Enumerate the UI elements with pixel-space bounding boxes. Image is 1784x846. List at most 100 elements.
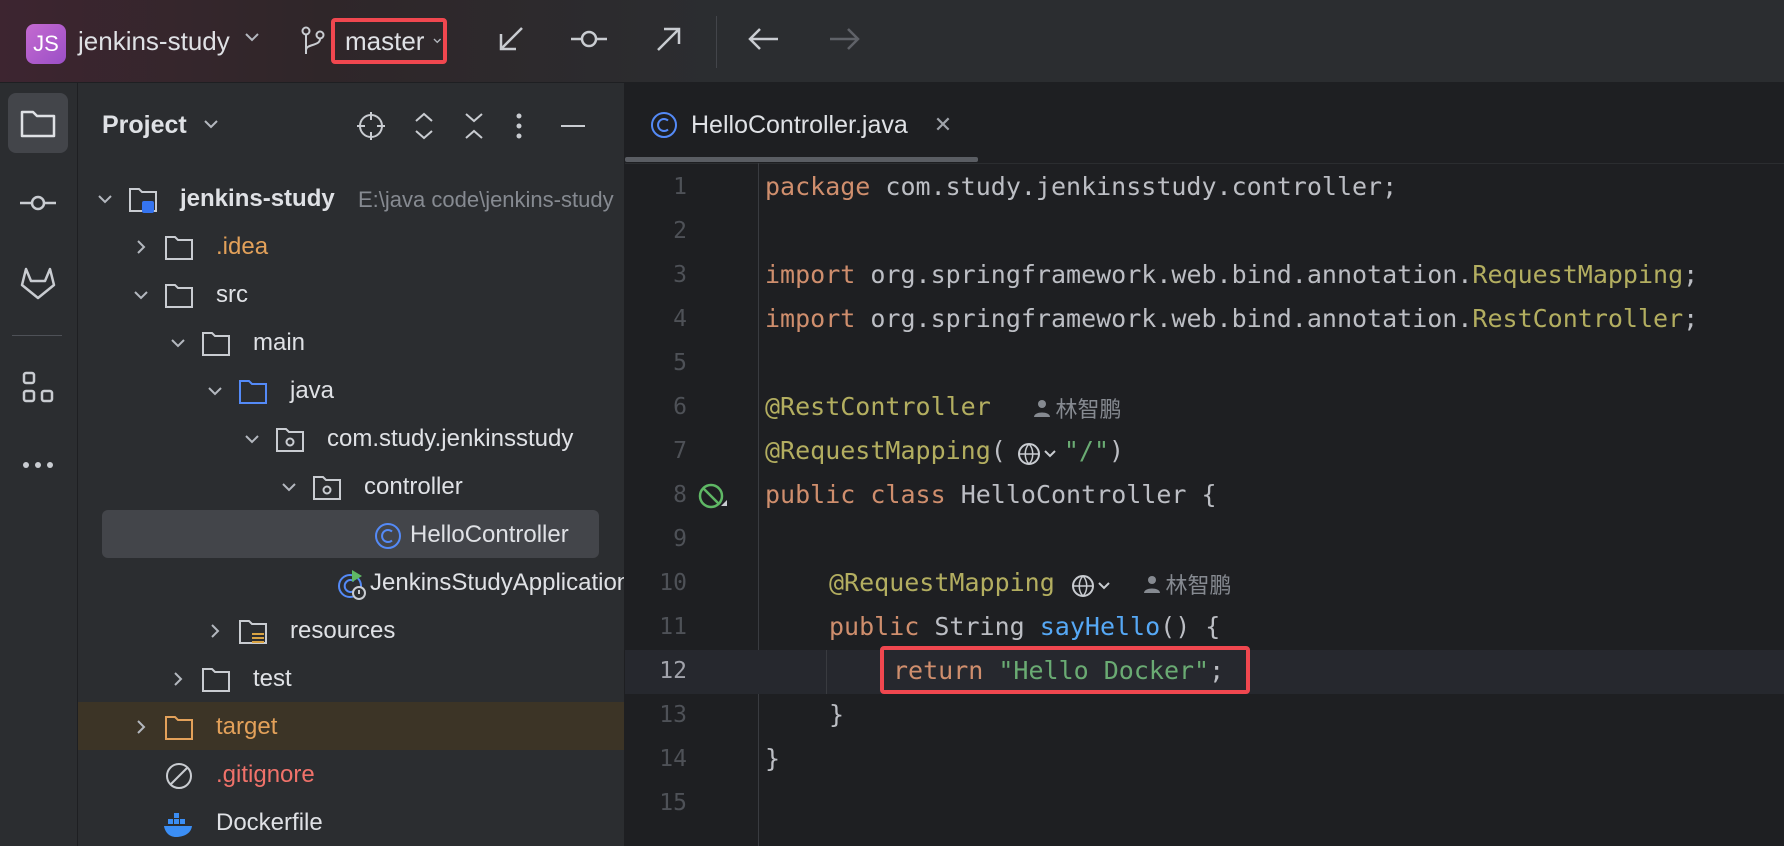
- code-line-9[interactable]: 9: [625, 518, 1784, 562]
- chevron-down-icon[interactable]: [169, 334, 187, 352]
- collapse-all-icon[interactable]: [462, 111, 486, 146]
- author-hint[interactable]: 林智鹏: [1143, 568, 1231, 600]
- editor-tab-hellocontroller[interactable]: HelloController.java ✕: [649, 105, 952, 145]
- code-text: public class HelloController {: [765, 480, 1217, 509]
- tree-item-package[interactable]: com.study.jenkinsstudy: [78, 416, 624, 462]
- project-name[interactable]: jenkins-study: [78, 26, 230, 57]
- back-arrow-icon[interactable]: [746, 22, 782, 61]
- code-line-4[interactable]: 4 import org.springframework.web.bind.an…: [625, 298, 1784, 342]
- author-name: 林智鹏: [1165, 574, 1232, 599]
- url-mapping-icon[interactable]: [1071, 574, 1119, 603]
- tree-item-label: java: [290, 377, 335, 404]
- project-tool-button[interactable]: [8, 93, 68, 153]
- tree-item-target[interactable]: target: [78, 704, 624, 750]
- git-branch-icon[interactable]: [300, 26, 326, 61]
- code-line-11[interactable]: 11 public String sayHello() {: [625, 606, 1784, 650]
- spring-bean-gutter-icon[interactable]: [697, 482, 729, 517]
- code-line-14[interactable]: 14 }: [625, 738, 1784, 782]
- line-number: 13: [659, 702, 687, 728]
- forward-arrow-icon[interactable]: [826, 22, 862, 61]
- hide-panel-icon[interactable]: [559, 111, 587, 146]
- docker-icon: [164, 813, 192, 837]
- tree-item-test[interactable]: test: [78, 656, 624, 702]
- branch-selector[interactable]: master: [331, 18, 447, 64]
- locate-file-icon[interactable]: [356, 111, 386, 146]
- code-line-7[interactable]: 7 @RequestMapping("/"): [625, 430, 1784, 474]
- code-line-15[interactable]: 15: [625, 782, 1784, 826]
- structure-icon: [22, 371, 54, 403]
- title-bar: JS jenkins-study master: [0, 0, 1784, 83]
- code-line-3[interactable]: 3 import org.springframework.web.bind.an…: [625, 254, 1784, 298]
- code-line-5[interactable]: 5: [625, 342, 1784, 386]
- chevron-right-icon[interactable]: [132, 238, 150, 256]
- code-line-2[interactable]: 2: [625, 210, 1784, 254]
- folder-icon: [165, 236, 193, 260]
- tree-item-hellocontroller[interactable]: HelloController: [78, 512, 624, 558]
- options-icon[interactable]: [514, 111, 524, 146]
- author-hint[interactable]: 林智鹏: [1033, 392, 1121, 424]
- line-number: 7: [673, 438, 687, 464]
- line-number: 3: [673, 262, 687, 288]
- author-name: 林智鹏: [1055, 398, 1122, 423]
- push-icon[interactable]: [652, 22, 686, 61]
- line-number: 4: [673, 306, 687, 332]
- line-number: 12: [659, 658, 687, 684]
- code-line-1[interactable]: 1 package com.study.jenkinsstudy.control…: [625, 166, 1784, 210]
- code-line-13[interactable]: 13 }: [625, 694, 1784, 738]
- code-line-10[interactable]: 10 @RequestMapping 林智鹏: [625, 562, 1784, 606]
- highlight-annotation-box: [880, 646, 1250, 694]
- chevron-right-icon[interactable]: [132, 718, 150, 736]
- chevron-down-icon[interactable]: [280, 478, 298, 496]
- tree-item-label: resources: [290, 617, 396, 644]
- chevron-right-icon[interactable]: [169, 670, 187, 688]
- tree-item-src[interactable]: src: [78, 272, 624, 318]
- commit-icon[interactable]: [569, 22, 609, 61]
- chevron-down-icon[interactable]: [243, 430, 261, 448]
- tree-item-controller[interactable]: controller: [78, 464, 624, 510]
- tree-item-label: src: [216, 281, 248, 308]
- commit-icon: [20, 195, 56, 211]
- class-icon: [375, 523, 401, 549]
- project-panel-title-text: Project: [102, 111, 187, 139]
- tree-item-gitignore[interactable]: .gitignore: [78, 752, 624, 798]
- code-line-6[interactable]: 6 @RestController 林智鹏: [625, 386, 1784, 430]
- code-text: import org.springframework.web.bind.anno…: [765, 304, 1699, 333]
- chevron-down-icon[interactable]: [132, 286, 150, 304]
- gitlab-tool-button[interactable]: [8, 253, 68, 313]
- tree-item-label: .idea: [216, 233, 269, 260]
- chevron-down-icon[interactable]: [206, 382, 224, 400]
- tree-item-dockerfile[interactable]: Dockerfile: [78, 800, 624, 846]
- source-folder-icon: [239, 380, 267, 404]
- project-panel-title[interactable]: Project: [102, 111, 220, 140]
- code-text: }: [829, 700, 845, 729]
- tree-item-jenkinsstudyapplication[interactable]: JenkinsStudyApplication: [78, 560, 624, 606]
- tree-item-label: JenkinsStudyApplication: [370, 569, 625, 596]
- chevron-down-icon[interactable]: [243, 28, 261, 51]
- project-panel: Project jenkins-study E:\java code\jenki…: [78, 83, 625, 846]
- update-project-icon[interactable]: [494, 22, 528, 61]
- package-icon: [313, 476, 341, 500]
- line-number: 8: [673, 482, 687, 508]
- structure-tool-button[interactable]: [8, 357, 68, 417]
- close-icon[interactable]: ✕: [934, 112, 952, 138]
- chevron-right-icon[interactable]: [206, 622, 224, 640]
- tree-item-main[interactable]: main: [78, 320, 624, 366]
- tree-item-resources[interactable]: resources: [78, 608, 624, 654]
- tree-item-idea[interactable]: .idea: [78, 224, 624, 270]
- code-line-8[interactable]: 8 public class HelloController {: [625, 474, 1784, 518]
- chevron-down-icon[interactable]: [96, 190, 114, 208]
- project-badge[interactable]: JS: [26, 24, 66, 64]
- expand-all-icon[interactable]: [412, 111, 436, 146]
- tree-item-java[interactable]: java: [78, 368, 624, 414]
- commit-tool-button[interactable]: [8, 173, 68, 233]
- line-number: 9: [673, 526, 687, 552]
- line-number: 15: [659, 790, 687, 816]
- url-mapping-icon[interactable]: [1017, 442, 1065, 471]
- folder-icon: [20, 110, 56, 138]
- line-number: 5: [673, 350, 687, 376]
- tab-scroll-indicator: [625, 157, 978, 162]
- more-tools-button[interactable]: [8, 435, 68, 495]
- tree-item-label: HelloController: [410, 521, 569, 548]
- tool-window-strip: [0, 83, 78, 846]
- tree-item-jenkins-study[interactable]: jenkins-study E:\java code\jenkins-study: [78, 176, 624, 222]
